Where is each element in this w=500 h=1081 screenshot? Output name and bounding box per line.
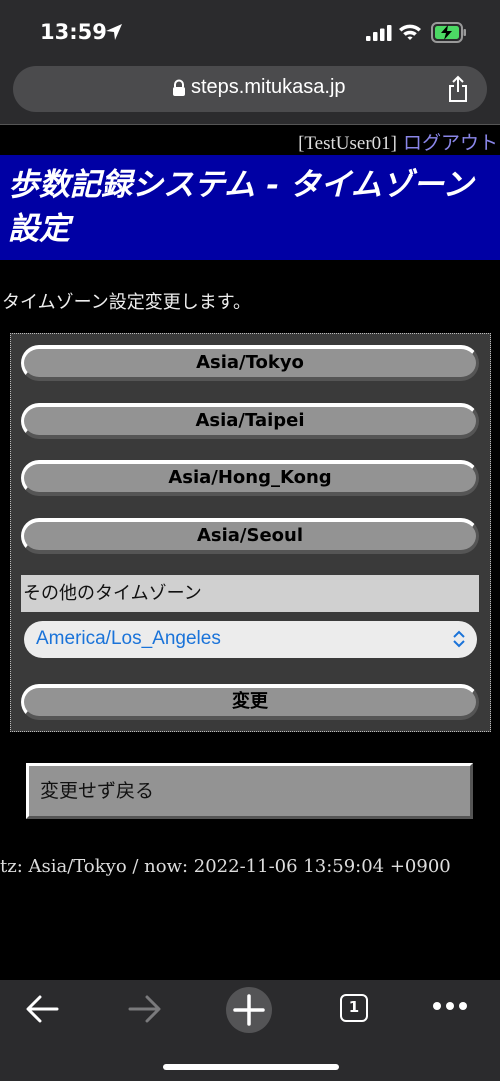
browser-top-bar: 13:59 steps.mitukasa.jp [0,0,500,124]
more-icon[interactable] [432,1000,468,1012]
address-bar[interactable]: steps.mitukasa.jp [13,66,487,112]
timezone-form: Asia/Tokyo Asia/Taipei Asia/Hong_Kong As… [10,333,491,732]
timezone-select-value: America/Los_Angeles [36,628,221,649]
title-banner: 歩数記録システム - タイムゾーン設定 [0,155,500,260]
chevron-up-down-icon [453,630,465,648]
change-button[interactable]: 変更 [21,684,479,720]
timezone-info: tz: Asia/Tokyo / now: 2022-11-06 13:59:0… [0,856,451,877]
other-timezone-label: その他のタイムゾーン [21,575,479,612]
new-tab-button[interactable] [226,987,272,1033]
tabs-icon[interactable]: 1 [340,994,368,1022]
username: [TestUser01] [298,133,397,154]
wifi-icon [399,24,421,40]
share-icon[interactable] [445,75,471,103]
timezone-button-hong-kong[interactable]: Asia/Hong_Kong [21,460,479,496]
timezone-button-taipei[interactable]: Asia/Taipei [21,403,479,439]
back-without-change-button[interactable]: 変更せず戻る [26,763,473,819]
back-arrow-icon[interactable] [25,994,59,1024]
user-header: [TestUser01] ログアウト [298,128,498,155]
divider [0,124,500,125]
lock-icon [173,79,185,96]
page-content: [TestUser01] ログアウト 歩数記録システム - タイムゾーン設定 タイ… [0,124,500,980]
page-title: 歩数記録システム - タイムゾーン設定 [8,167,474,247]
browser-bottom-toolbar: 1 [0,980,500,1081]
url-text: steps.mitukasa.jp [191,76,346,98]
plus-icon [233,994,265,1026]
timezone-button-tokyo[interactable]: Asia/Tokyo [21,345,479,381]
location-arrow-icon [106,24,122,40]
logout-link[interactable]: ログアウト [403,133,498,154]
battery-charging-icon [431,22,466,43]
timezone-button-seoul[interactable]: Asia/Seoul [21,518,479,554]
home-indicator [163,1064,339,1070]
status-time: 13:59 [40,20,107,44]
intro-text: タイムゾーン設定変更します。 [2,292,251,313]
forward-arrow-icon[interactable] [128,994,162,1024]
timezone-select[interactable]: America/Los_Angeles [24,621,477,658]
signal-icon [366,25,392,41]
